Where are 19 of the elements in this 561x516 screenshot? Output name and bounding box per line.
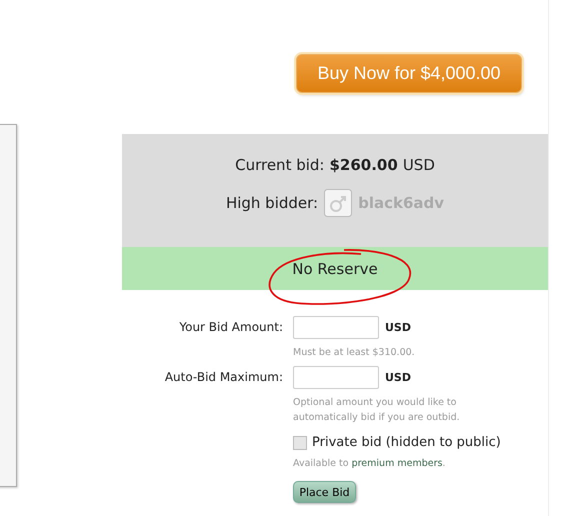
current-bid-label: Current bid: (235, 156, 324, 174)
currency-label: USD (385, 371, 411, 384)
amount-field[interactable] (293, 316, 379, 339)
field-hint: Must be at least $310.00. (293, 346, 416, 360)
private-bid-label: Private bid (hidden to public) (312, 435, 501, 450)
reserve-status: No Reserve (292, 260, 378, 278)
currency-label: USD (385, 321, 411, 334)
private-bid-checkbox[interactable] (293, 436, 307, 450)
field-label: Auto-Bid Maximum: (164, 369, 283, 386)
field-hint: Optional amount you would like to automatically bid if you are outbid. (293, 396, 461, 425)
current-bid-amount: $260.00 (329, 156, 398, 174)
field-label: Your Bid Amount: (178, 319, 283, 336)
currency-label: USD (402, 156, 435, 174)
high-bidder-label: High bidder: (226, 194, 318, 212)
male-symbol-icon (324, 189, 352, 217)
place-bid-button[interactable]: Place Bid (293, 481, 356, 503)
premium-link[interactable]: premium members (352, 458, 442, 469)
amount-field[interactable] (293, 366, 379, 389)
premium-note: Available to premium members. (293, 457, 446, 471)
